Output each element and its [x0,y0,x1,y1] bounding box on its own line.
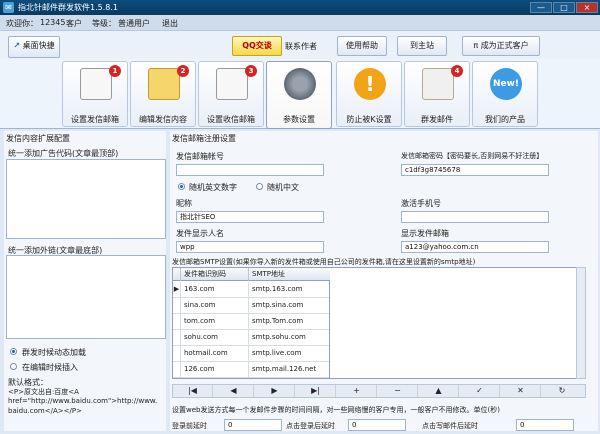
random-alnum-radio[interactable] [178,183,185,190]
account-label: 发信邮箱帐号 [176,152,224,161]
envelope-icon [422,68,454,100]
nav-last-button[interactable]: ▶| [296,385,336,397]
nav-delete-button[interactable]: − [378,385,418,397]
default-format-line-3: baidu.com</A></P> [8,407,82,415]
user-info-bar: 欢迎你： 12345 客户 等级： 普通用户 退出 [0,15,600,31]
display-email-input[interactable]: a123@yahoo.com.cn [401,241,549,253]
display-name-label: 发件显示人名 [176,229,224,238]
to-site-button[interactable]: 到主站 [397,36,447,56]
gear-icon [284,68,316,100]
document-gear-icon [216,68,248,100]
minimize-button[interactable]: — [530,2,552,13]
table-row[interactable]: sina.com smtp.sina.com [173,298,331,314]
default-format-line-2: href="http://www.baidu.com">http://www. [8,397,158,405]
delay-input-after-compose[interactable]: 0 [516,419,574,431]
bottom-link-textarea[interactable] [6,255,166,339]
window-title: 指北针邮件群发软件1.5.8.1 [18,3,118,12]
level-label: 等级： [92,19,116,28]
display-name-input[interactable]: wpp [176,241,324,253]
default-format-line-1: <P>原文出自:百度<A [8,388,79,396]
document-gear-icon [80,68,112,100]
tab-edit-content[interactable]: 2 编辑发信内容 [130,61,196,127]
section-title: 发信内容扩展配置 [6,134,70,143]
phone-input[interactable] [401,211,549,223]
delay-input-after-login[interactable]: 0 [348,419,406,431]
table-row[interactable]: hotmail.com smtp.live.com [173,346,331,362]
desktop-shortcut-button[interactable]: ↗ 桌面快捷 [8,36,60,58]
tab-anti-block[interactable]: ! 防止被K设置 [336,61,402,127]
grid-indicator-header [173,268,181,281]
nickname-input[interactable]: 指北针SEO [176,211,324,223]
warning-icon: ! [354,68,386,100]
nav-edit-button[interactable]: ▲ [419,385,459,397]
grid-header-id: 发件箱识别码 [181,268,249,281]
logout-link[interactable]: 退出 [162,18,178,29]
toolbar: ↗ 桌面快捷 QQ交谈 联系作者 使用帮助 到主站 π 成为正式客户 [0,31,600,59]
nav-refresh-button[interactable]: ↻ [542,385,582,397]
nickname-label: 昵称 [176,199,192,208]
grid-scrollbar[interactable] [576,267,586,379]
tab-parameters[interactable]: 参数设置 [266,61,332,129]
user-id: 12345 [40,18,66,27]
document-plus-icon [148,68,180,100]
web-delay-note: 设置web发送方式每一个发邮件步骤的时间间隔，对一些网络慢的客户专用，一般客户不… [172,406,500,414]
top-ad-textarea[interactable] [6,159,166,239]
top-ad-label: 统一添加广告代码(文章最顶部) [8,149,119,158]
shortcut-arrow-icon: ↗ [13,41,21,50]
dynamic-load-label: 群发时候动态加载 [22,348,86,357]
insert-edit-label: 在编辑时候插入 [22,363,78,372]
delay-label-login-before: 登录前延时 [172,422,207,430]
contact-author-link[interactable]: 联系作者 [285,41,317,52]
insert-edit-radio[interactable] [10,363,17,370]
welcome-label: 欢迎你： [6,19,38,28]
smtp-note: 发信邮箱SMTP设置(如果你导入新的发件箱或使用自己公司的发件箱,请在这里设置新… [172,258,476,266]
nav-prev-button[interactable]: ◀ [214,385,254,397]
new-badge-icon: New! [490,68,522,100]
nav-next-button[interactable]: ▶ [255,385,295,397]
tab-bulk-send[interactable]: 4 群发邮件 [404,61,470,127]
tab-sender-mailbox[interactable]: 1 设置发信邮箱 [62,61,128,127]
grid-navigator: |◀ ◀ ▶ ▶| + − ▲ ✓ ✕ ↻ [172,384,586,398]
account-input[interactable] [176,164,324,176]
content-extension-panel: 发信内容扩展配置 统一添加广告代码(文章最顶部) 统一添加外链(文章最底部) 群… [4,131,166,431]
phone-label: 激活手机号 [401,199,441,208]
table-row[interactable]: 126.com smtp.mail.126.net [173,362,331,378]
level-value: 普通用户 [118,19,150,28]
grid-empty-area [330,267,576,379]
upgrade-icon: π [473,41,479,50]
table-row[interactable]: tom.com smtp.Tom.com [173,314,331,330]
user-suffix: 客户 [66,19,82,28]
dynamic-load-radio[interactable] [10,348,17,355]
random-alnum-label: 随机英文数字 [189,183,237,192]
close-button[interactable]: × [576,2,598,13]
nav-first-button[interactable]: |◀ [173,385,213,397]
password-input[interactable]: c1df3g8745678 [401,164,549,176]
password-label: 发信邮箱密码【密码要长,否则网易不好注册】 [401,152,544,160]
qq-chat-button[interactable]: QQ交谈 [232,36,282,56]
display-email-label: 显示发件邮箱 [401,229,449,238]
random-cn-radio[interactable] [256,183,263,190]
section-title: 发信邮箱注册设置 [172,134,236,143]
title-bar: ✉ 指北针邮件群发软件1.5.8.1 — □ × [0,0,600,15]
main-tabs: 1 设置发信邮箱 2 编辑发信内容 3 设置收信邮箱 参数设置 ! 防止被K设置… [0,59,600,129]
upgrade-button[interactable]: π 成为正式客户 [462,36,540,56]
maximize-button[interactable]: □ [553,2,575,13]
grid-header-smtp: SMTP地址 [249,268,331,281]
random-cn-label: 随机中文 [267,183,299,192]
nav-add-button[interactable]: + [337,385,377,397]
app-icon: ✉ [3,2,14,13]
table-row[interactable]: sohu.com smtp.sohu.com [173,330,331,346]
smtp-grid: 发件箱识别码 SMTP地址 ▶ 163.com smtp.163.com sin… [172,267,331,379]
sender-register-panel: 发信邮箱注册设置 发信邮箱帐号 发信邮箱密码【密码要长,否则网易不好注册】 c1… [170,131,598,431]
table-row[interactable]: ▶ 163.com smtp.163.com [173,282,331,298]
tab-recipient-mailbox[interactable]: 3 设置收信邮箱 [198,61,264,127]
tab-our-products[interactable]: New! 我们的产品 [472,61,538,127]
nav-cancel-button[interactable]: ✕ [501,385,541,397]
delay-input-login-before[interactable]: 0 [224,419,282,431]
nav-post-button[interactable]: ✓ [460,385,500,397]
row-indicator-icon: ▶ [173,282,181,298]
delay-label-after-compose: 点击写邮件后延时 [422,422,478,430]
delay-label-after-login: 点击登录后延时 [286,422,335,430]
help-button[interactable]: 使用帮助 [337,36,387,56]
